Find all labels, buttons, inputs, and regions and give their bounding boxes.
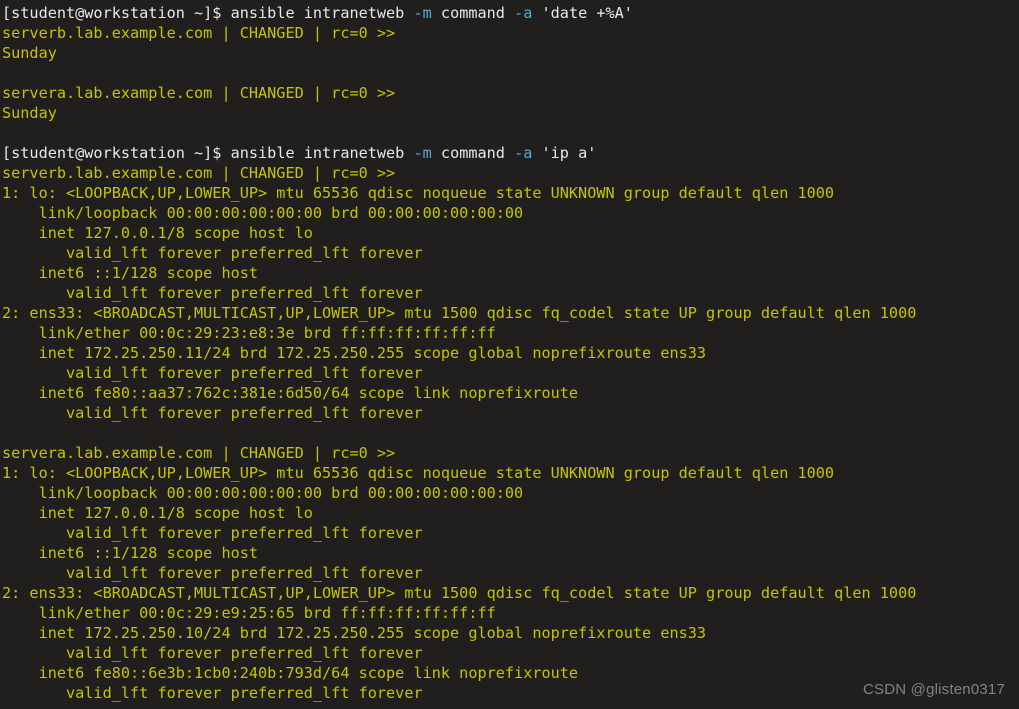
command-text: 'ip a'	[532, 144, 597, 162]
command-text: command	[431, 144, 515, 162]
terminal-command-line: [student@workstation ~]$ ansible intrane…	[2, 3, 1019, 23]
output-text: inet 172.25.250.10/24 brd 172.25.250.255…	[2, 624, 707, 642]
shell-prompt: [student@workstation ~]$	[2, 4, 222, 22]
output-text: link/loopback 00:00:00:00:00:00 brd 00:0…	[2, 204, 524, 222]
terminal-output-line: inet 127.0.0.1/8 scope host lo	[2, 503, 1019, 523]
output-text: inet6 ::1/128 scope host	[2, 544, 259, 562]
output-text: 2: ens33: <BROADCAST,MULTICAST,UP,LOWER_…	[2, 584, 917, 602]
terminal-output-line: inet6 fe80::6e3b:1cb0:240b:793d/64 scope…	[2, 663, 1019, 683]
output-text: valid_lft forever preferred_lft forever	[2, 284, 423, 302]
output-text: valid_lft forever preferred_lft forever	[2, 644, 423, 662]
terminal-output-line: inet6 fe80::aa37:762c:381e:6d50/64 scope…	[2, 383, 1019, 403]
terminal-output-line: serverb.lab.example.com | CHANGED | rc=0…	[2, 23, 1019, 43]
command-text: ansible intranetweb	[221, 4, 414, 22]
terminal-output-line: inet 172.25.250.10/24 brd 172.25.250.255…	[2, 623, 1019, 643]
output-text: 1: lo: <LOOPBACK,UP,LOWER_UP> mtu 65536 …	[2, 464, 835, 482]
output-text: Sunday	[2, 104, 57, 122]
terminal-output-line: inet6 ::1/128 scope host	[2, 543, 1019, 563]
command-text: command	[431, 4, 515, 22]
output-text: valid_lft forever preferred_lft forever	[2, 364, 423, 382]
watermark-label: CSDN @glisten0317	[862, 681, 1005, 698]
terminal-output-line: inet 172.25.250.11/24 brd 172.25.250.255…	[2, 343, 1019, 363]
output-text: valid_lft forever preferred_lft forever	[2, 404, 423, 422]
terminal-command-line: [student@workstation ~]$ ansible intrane…	[2, 143, 1019, 163]
command-flag: -a	[514, 144, 533, 162]
command-flag: -m	[413, 144, 432, 162]
command-text: ansible intranetweb	[221, 144, 414, 162]
command-flag: -m	[413, 4, 432, 22]
output-text: valid_lft forever preferred_lft forever	[2, 244, 423, 262]
terminal-output-line: inet 127.0.0.1/8 scope host lo	[2, 223, 1019, 243]
terminal-output-line: valid_lft forever preferred_lft forever	[2, 403, 1019, 423]
terminal-output-line: servera.lab.example.com | CHANGED | rc=0…	[2, 83, 1019, 103]
terminal-output-line: Sunday	[2, 43, 1019, 63]
terminal-output-line: 1: lo: <LOOPBACK,UP,LOWER_UP> mtu 65536 …	[2, 463, 1019, 483]
output-text: inet 127.0.0.1/8 scope host lo	[2, 504, 313, 522]
shell-prompt: [student@workstation ~]$	[2, 144, 222, 162]
terminal-output-line: 2: ens33: <BROADCAST,MULTICAST,UP,LOWER_…	[2, 303, 1019, 323]
terminal-window[interactable]: [student@workstation ~]$ ansible intrane…	[0, 0, 1019, 709]
output-text: Sunday	[2, 44, 57, 62]
terminal-output-line: link/loopback 00:00:00:00:00:00 brd 00:0…	[2, 203, 1019, 223]
output-text: servera.lab.example.com | CHANGED | rc=0…	[2, 84, 396, 102]
output-text: 1: lo: <LOOPBACK,UP,LOWER_UP> mtu 65536 …	[2, 184, 835, 202]
terminal-output-line: link/loopback 00:00:00:00:00:00 brd 00:0…	[2, 483, 1019, 503]
output-text: link/ether 00:0c:29:23:e8:3e brd ff:ff:f…	[2, 324, 496, 342]
terminal-output-line: inet6 ::1/128 scope host	[2, 263, 1019, 283]
output-text: link/loopback 00:00:00:00:00:00 brd 00:0…	[2, 484, 524, 502]
terminal-output-line: 2: ens33: <BROADCAST,MULTICAST,UP,LOWER_…	[2, 583, 1019, 603]
command-text: 'date +%A'	[532, 4, 633, 22]
terminal-output-line: valid_lft forever preferred_lft forever	[2, 363, 1019, 383]
terminal-output-line: valid_lft forever preferred_lft forever	[2, 563, 1019, 583]
output-text: inet 172.25.250.11/24 brd 172.25.250.255…	[2, 344, 707, 362]
output-text: valid_lft forever preferred_lft forever	[2, 684, 423, 702]
output-text: link/ether 00:0c:29:e9:25:65 brd ff:ff:f…	[2, 604, 496, 622]
output-text: inet6 ::1/128 scope host	[2, 264, 259, 282]
terminal-output-line: valid_lft forever preferred_lft forever	[2, 523, 1019, 543]
output-text: servera.lab.example.com | CHANGED | rc=0…	[2, 444, 396, 462]
terminal-output-line: link/ether 00:0c:29:23:e8:3e brd ff:ff:f…	[2, 323, 1019, 343]
output-text: inet 127.0.0.1/8 scope host lo	[2, 224, 313, 242]
output-text: serverb.lab.example.com | CHANGED | rc=0…	[2, 24, 396, 42]
terminal-output-line: Sunday	[2, 103, 1019, 123]
output-text: valid_lft forever preferred_lft forever	[2, 524, 423, 542]
terminal-output-line: link/ether 00:0c:29:e9:25:65 brd ff:ff:f…	[2, 603, 1019, 623]
output-text: 2: ens33: <BROADCAST,MULTICAST,UP,LOWER_…	[2, 304, 917, 322]
terminal-output-line: valid_lft forever preferred_lft forever	[2, 243, 1019, 263]
terminal-output-line: serverb.lab.example.com | CHANGED | rc=0…	[2, 163, 1019, 183]
terminal-output-line: 1: lo: <LOOPBACK,UP,LOWER_UP> mtu 65536 …	[2, 183, 1019, 203]
terminal-output-line: valid_lft forever preferred_lft forever	[2, 643, 1019, 663]
terminal-output-line: servera.lab.example.com | CHANGED | rc=0…	[2, 443, 1019, 463]
output-text: serverb.lab.example.com | CHANGED | rc=0…	[2, 164, 396, 182]
output-text: inet6 fe80::aa37:762c:381e:6d50/64 scope…	[2, 384, 579, 402]
output-text: valid_lft forever preferred_lft forever	[2, 564, 423, 582]
terminal-screen[interactable]: [student@workstation ~]$ ansible intrane…	[0, 0, 1019, 703]
command-flag: -a	[514, 4, 533, 22]
terminal-output-line: valid_lft forever preferred_lft forever	[2, 283, 1019, 303]
output-text: inet6 fe80::6e3b:1cb0:240b:793d/64 scope…	[2, 664, 579, 682]
